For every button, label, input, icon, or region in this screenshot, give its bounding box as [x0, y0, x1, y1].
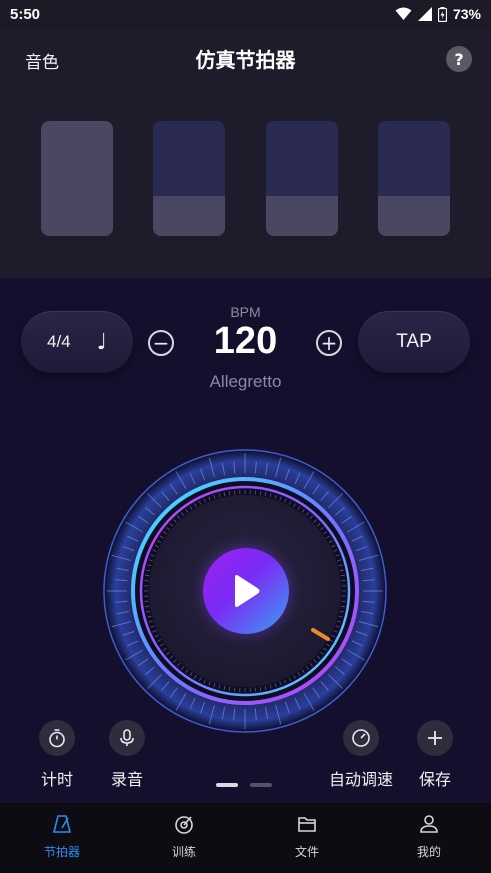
auto-speed-label: 自动调速	[329, 770, 394, 789]
signal-icon	[417, 7, 432, 21]
nav-item-metronome[interactable]: 节拍器	[17, 813, 107, 860]
nav-label-mine: 我的	[416, 845, 441, 859]
save-label: 保存	[418, 770, 451, 789]
timer-label: 计时	[40, 770, 73, 789]
plus-icon	[417, 720, 453, 756]
save-button[interactable]: 保存	[417, 720, 453, 790]
tempo-name: Allegretto	[209, 372, 282, 391]
auto-speed-button[interactable]: 自动调速	[329, 720, 393, 790]
folder-icon	[298, 817, 316, 832]
target-icon	[175, 816, 193, 834]
nav-label-metronome: 节拍器	[43, 845, 80, 859]
beat-level	[266, 195, 338, 236]
stopwatch-icon	[39, 720, 75, 756]
top-panel: 音色 仿真节拍器 ?	[0, 28, 491, 278]
increase-bpm-button[interactable]: +	[316, 330, 342, 356]
beat-indicator-3[interactable]	[266, 121, 338, 236]
battery-icon	[437, 6, 447, 22]
tap-label: TAP	[396, 331, 432, 352]
record-button[interactable]: 录音	[109, 720, 145, 790]
beat-level	[378, 195, 450, 236]
microphone-icon	[109, 720, 145, 756]
nav-item-training[interactable]: 训练	[139, 813, 229, 860]
play-icon	[235, 575, 260, 607]
header: 音色 仿真节拍器 ?	[0, 28, 491, 88]
play-button[interactable]	[203, 548, 289, 634]
nav-item-files[interactable]: 文件	[262, 813, 352, 860]
status-icons: 73%	[395, 6, 481, 22]
user-icon	[420, 815, 438, 833]
bottom-nav: 节拍器 训练 文件 我的	[0, 803, 491, 873]
timer-button[interactable]: 计时	[39, 720, 75, 790]
record-label: 录音	[110, 770, 143, 789]
nav-item-mine[interactable]: 我的	[384, 813, 474, 860]
status-time: 5:50	[10, 5, 41, 23]
page-dot-1[interactable]	[216, 783, 238, 787]
tempo-controls: 4/4 ♩ − BPM 120 Allegretto + TAP	[0, 300, 491, 400]
page-title: 仿真节拍器	[195, 48, 296, 72]
wifi-icon	[395, 7, 412, 20]
battery-percent: 73%	[452, 6, 481, 22]
beat-indicator-2[interactable]	[153, 121, 225, 236]
help-icon[interactable]: ?	[446, 46, 472, 72]
nav-label-files: 文件	[294, 845, 319, 859]
beat-level	[153, 195, 225, 236]
beat-indicator-4[interactable]	[378, 121, 450, 236]
status-bar: 5:50 73%	[0, 0, 491, 28]
metronome-icon	[52, 815, 72, 833]
nav-label-training: 训练	[171, 845, 196, 859]
page-dot-2[interactable]	[250, 783, 272, 787]
speedometer-icon	[343, 720, 379, 756]
tap-tempo-button[interactable]: TAP	[358, 311, 470, 373]
tool-bar: 计时 录音 自动调速 保存	[0, 720, 491, 790]
beat-indicator-1[interactable]	[41, 121, 113, 236]
page-indicator	[216, 783, 272, 787]
